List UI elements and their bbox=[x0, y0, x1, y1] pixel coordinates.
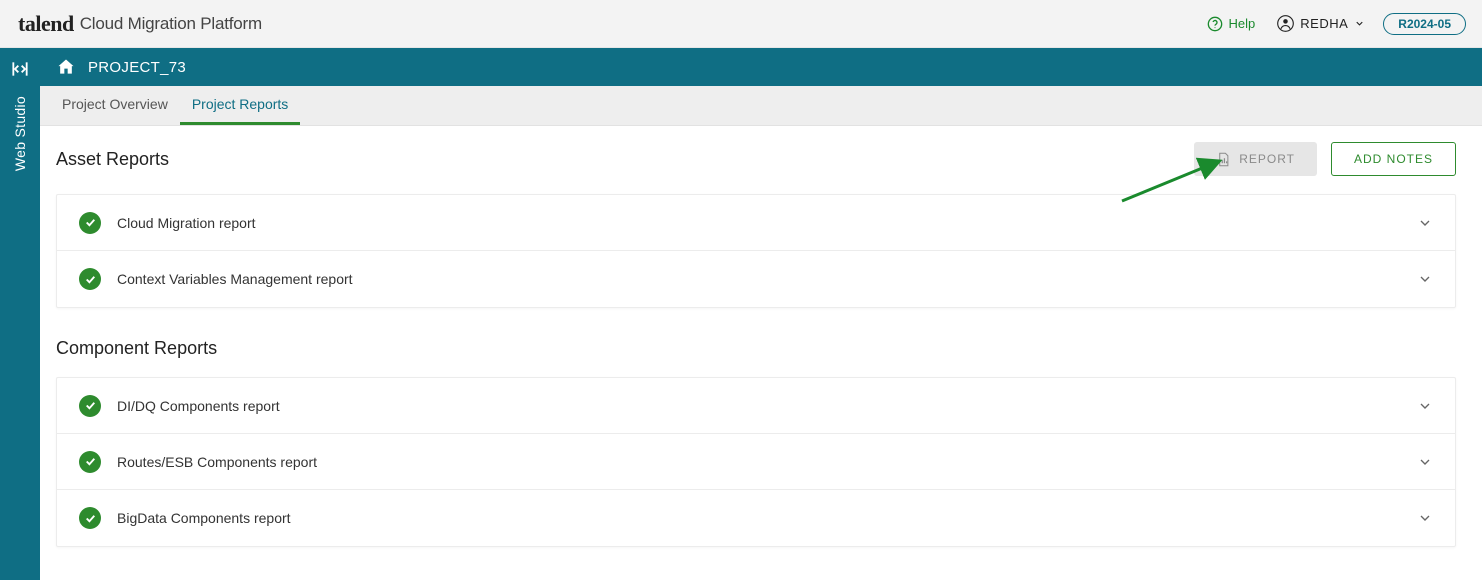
list-item[interactable]: BigData Components report bbox=[57, 490, 1455, 546]
product-name: Cloud Migration Platform bbox=[80, 14, 262, 34]
component-reports-list: DI/DQ Components report Routes/ESB Compo… bbox=[56, 377, 1456, 547]
project-name: PROJECT_73 bbox=[88, 59, 186, 76]
rail-web-studio[interactable]: Web Studio bbox=[12, 96, 28, 171]
side-rail: Web Studio bbox=[0, 48, 40, 580]
user-menu[interactable]: REDHA bbox=[1277, 15, 1365, 32]
content-area: Asset Reports REPORT ADD NOTES Cloud Mig… bbox=[40, 126, 1482, 580]
list-item[interactable]: DI/DQ Components report bbox=[57, 378, 1455, 434]
help-label: Help bbox=[1229, 16, 1256, 31]
row-label: Context Variables Management report bbox=[117, 271, 353, 287]
user-name: REDHA bbox=[1300, 16, 1348, 31]
chevron-down-icon bbox=[1417, 398, 1433, 414]
check-icon bbox=[79, 451, 101, 473]
add-notes-button-label: ADD NOTES bbox=[1354, 152, 1433, 166]
asset-reports-list: Cloud Migration report Context Variables… bbox=[56, 194, 1456, 308]
user-icon bbox=[1277, 15, 1294, 32]
chevron-down-icon bbox=[1354, 18, 1365, 29]
chevron-down-icon bbox=[1417, 215, 1433, 231]
check-icon bbox=[79, 395, 101, 417]
expand-icon bbox=[10, 59, 30, 79]
help-icon bbox=[1207, 16, 1223, 32]
chevron-down-icon bbox=[1417, 510, 1433, 526]
list-item[interactable]: Context Variables Management report bbox=[57, 251, 1455, 307]
rail-expand-button[interactable] bbox=[7, 56, 33, 82]
list-item[interactable]: Routes/ESB Components report bbox=[57, 434, 1455, 490]
tab-project-reports[interactable]: Project Reports bbox=[180, 86, 300, 125]
row-label: DI/DQ Components report bbox=[117, 398, 280, 414]
version-badge[interactable]: R2024-05 bbox=[1383, 13, 1466, 35]
row-label: Routes/ESB Components report bbox=[117, 454, 317, 470]
brand-logo: talend bbox=[18, 11, 74, 37]
tab-bar: Project Overview Project Reports bbox=[40, 86, 1482, 126]
home-button[interactable] bbox=[56, 57, 76, 77]
component-reports-title: Component Reports bbox=[56, 338, 1456, 359]
add-notes-button[interactable]: ADD NOTES bbox=[1331, 142, 1456, 176]
chevron-down-icon bbox=[1417, 271, 1433, 287]
asset-reports-title: Asset Reports bbox=[56, 149, 169, 170]
tab-project-overview[interactable]: Project Overview bbox=[50, 86, 180, 125]
list-item[interactable]: Cloud Migration report bbox=[57, 195, 1455, 251]
chevron-down-icon bbox=[1417, 454, 1433, 470]
report-button-label: REPORT bbox=[1239, 152, 1295, 166]
top-bar: talend Cloud Migration Platform Help RED… bbox=[0, 0, 1482, 48]
check-icon bbox=[79, 268, 101, 290]
home-icon bbox=[56, 57, 76, 77]
project-bar: PROJECT_73 bbox=[40, 48, 1482, 86]
check-icon bbox=[79, 212, 101, 234]
report-icon bbox=[1216, 152, 1231, 167]
row-label: BigData Components report bbox=[117, 510, 291, 526]
check-icon bbox=[79, 507, 101, 529]
report-button[interactable]: REPORT bbox=[1194, 142, 1317, 176]
help-link[interactable]: Help bbox=[1207, 16, 1256, 32]
row-label: Cloud Migration report bbox=[117, 215, 256, 231]
